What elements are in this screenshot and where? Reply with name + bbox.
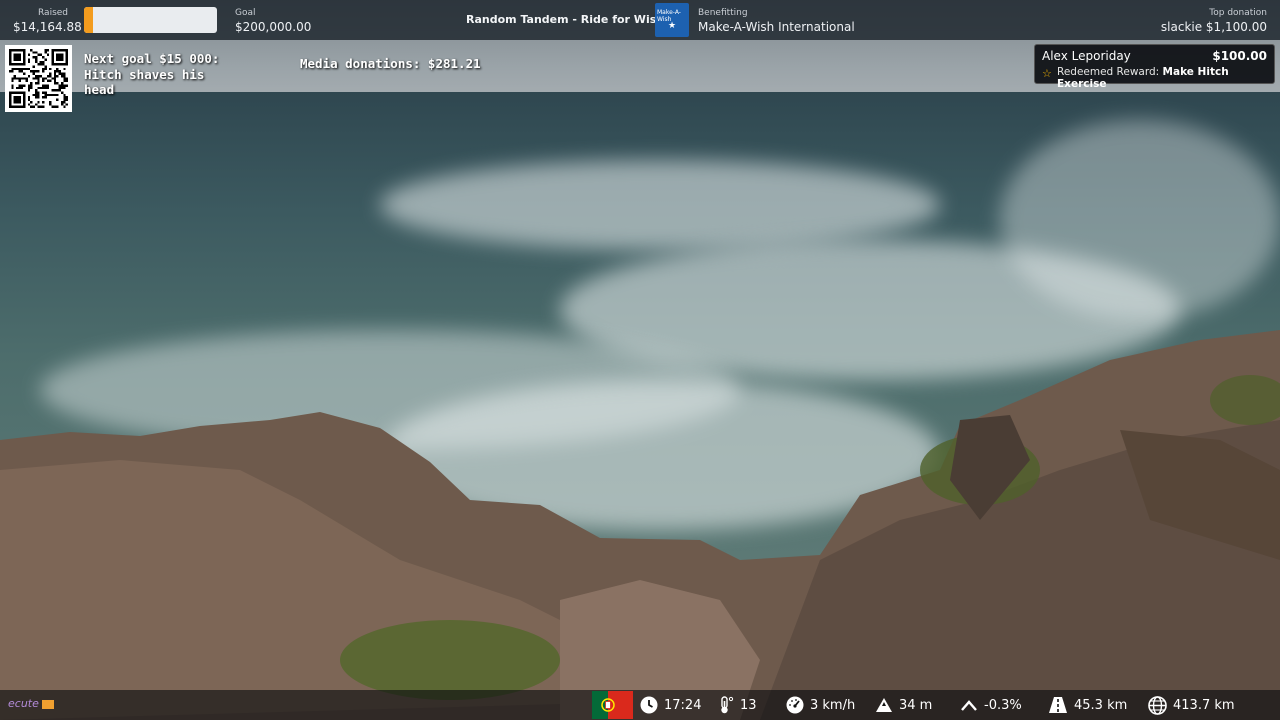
- temperature-stat: 13: [718, 690, 757, 720]
- stream-title: Random Tandem - Ride for Wishes: [466, 13, 679, 26]
- alert-amount: $100.00: [1212, 49, 1267, 63]
- qr-code-icon: [9, 49, 68, 108]
- incline-icon: [961, 700, 977, 711]
- media-donations-text: Media donations: $281.21: [300, 56, 481, 71]
- ride-distance-value: 45.3 km: [1074, 697, 1128, 713]
- star-icon: ☆: [1042, 67, 1052, 80]
- alert-username: Alex Leporiday: [1042, 49, 1131, 63]
- time-stat: 17:24: [640, 690, 701, 720]
- donation-progress-bar: [84, 7, 217, 33]
- donation-qr-code[interactable]: [5, 45, 72, 112]
- make-a-wish-logo: Make-A-Wish ★: [655, 3, 689, 37]
- gradient-value: -0.3%: [984, 697, 1022, 713]
- star-icon: ★: [668, 21, 677, 31]
- goal-amount: $200,000.00: [235, 20, 312, 34]
- stream-video-background: [0, 0, 1280, 720]
- road-icon: [1049, 697, 1067, 713]
- temperature-value: 13: [740, 697, 757, 713]
- alert-message: Redeemed Reward: Make Hitch Exercise: [1057, 66, 1274, 90]
- globe-icon: [1148, 695, 1167, 715]
- box-icon: [41, 699, 54, 709]
- portugal-flag-icon: [592, 691, 633, 719]
- speed-value: 3 km/h: [810, 697, 856, 713]
- brand-text: ecute: [8, 697, 39, 710]
- benefitting-label: Benefitting: [698, 8, 748, 18]
- brand-logo: ecute: [8, 697, 54, 710]
- raised-amount: $14,164.88: [13, 20, 82, 34]
- gradient-stat: -0.3%: [960, 690, 1022, 720]
- time-value: 17:24: [664, 697, 702, 713]
- rocky-cliffs: [0, 330, 1280, 720]
- altitude-value: 34 m: [899, 697, 933, 713]
- benefitting-charity: Make-A-Wish International: [698, 20, 855, 34]
- top-donation-label: Top donation: [1209, 8, 1267, 18]
- altitude-stat: 34 m: [875, 690, 932, 720]
- clock-icon: [640, 696, 658, 714]
- next-goal-text: Next goal $15 000: Hitch shaves his head: [84, 51, 220, 97]
- speedometer-icon: [786, 696, 804, 714]
- alert-message-prefix: Redeemed Reward:: [1057, 66, 1160, 78]
- ride-distance-stat: 45.3 km: [1048, 690, 1127, 720]
- progress-fill: [84, 7, 94, 33]
- total-distance-value: 413.7 km: [1173, 697, 1235, 713]
- speed-stat: 3 km/h: [786, 690, 855, 720]
- donation-alert: Alex Leporiday $100.00 ☆ Redeemed Reward…: [1034, 44, 1275, 90]
- top-donation-value: slackie $1,100.00: [1160, 20, 1267, 34]
- goal-label: Goal: [235, 8, 256, 18]
- raised-label: Raised: [38, 8, 69, 18]
- total-distance-stat: 413.7 km: [1148, 690, 1235, 720]
- mountain-icon: [876, 698, 892, 712]
- thermometer-icon: [721, 696, 734, 714]
